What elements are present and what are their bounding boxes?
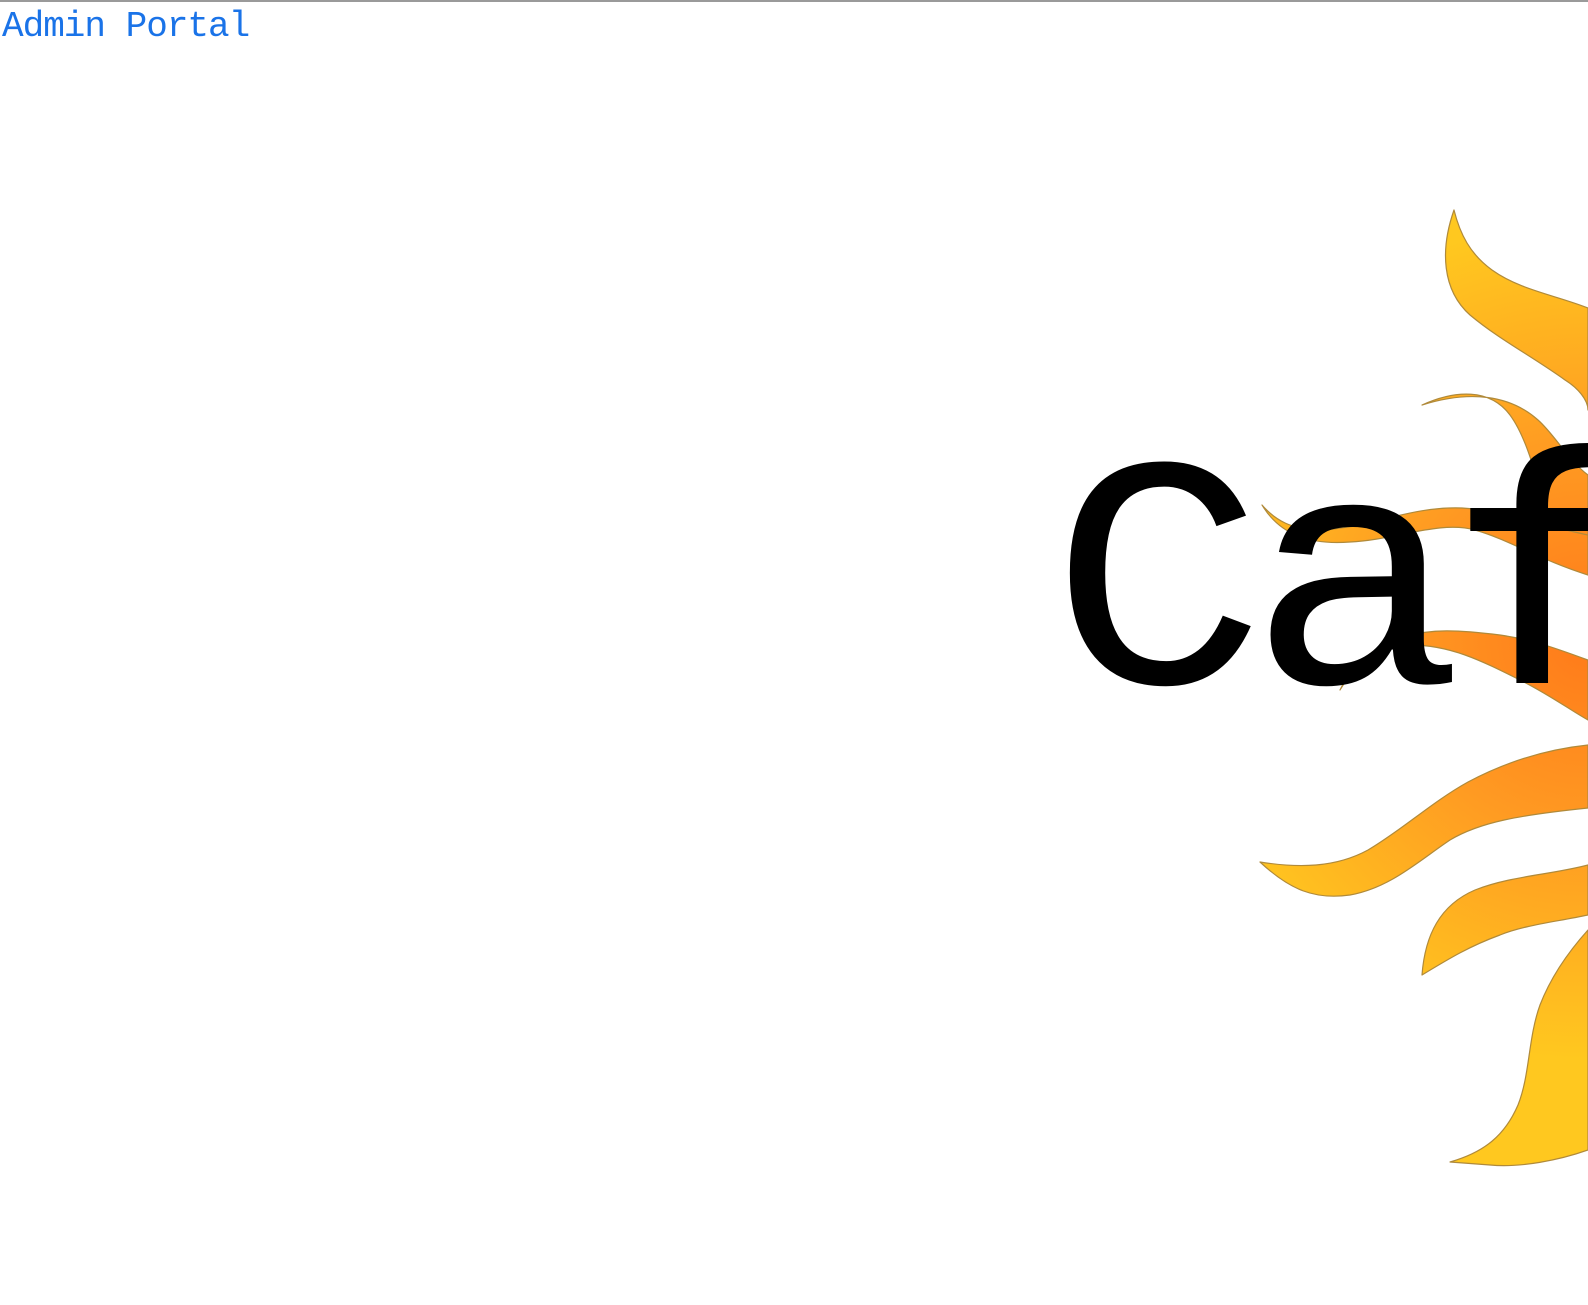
- hero-section: Cafe: [0, 0, 1588, 1305]
- hero-title: Cafe: [1050, 407, 1588, 784]
